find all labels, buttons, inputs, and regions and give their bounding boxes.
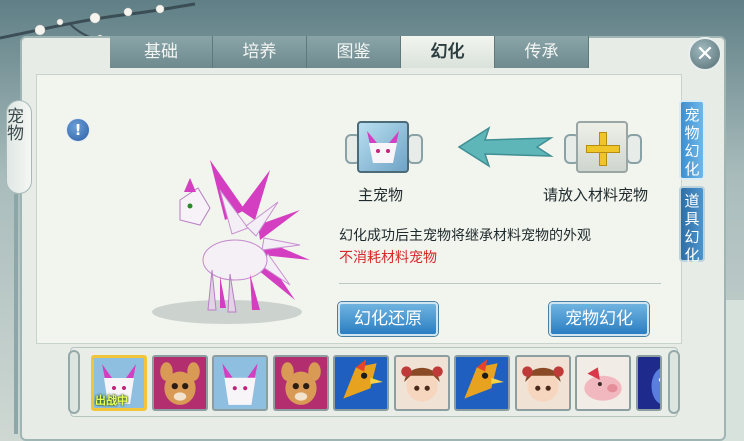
right-tab-pet-transform[interactable]: 宠物幻化 bbox=[679, 100, 705, 180]
info-icon[interactable]: ! bbox=[66, 118, 90, 142]
strip-right-cap[interactable] bbox=[668, 350, 680, 414]
tab-training[interactable]: 培养 bbox=[213, 36, 307, 68]
tab-basic[interactable]: 基础 bbox=[110, 36, 213, 68]
right-tab-item-transform[interactable]: 道具幻化 bbox=[679, 186, 705, 264]
pet-list-item[interactable] bbox=[212, 355, 268, 411]
deer-portrait-icon bbox=[159, 362, 200, 405]
spirit-portrait-icon bbox=[651, 368, 660, 404]
left-pole-decoration bbox=[14, 194, 18, 434]
main-slot-right-ornament bbox=[407, 134, 423, 164]
pet-list-item[interactable] bbox=[575, 355, 631, 411]
main-pet-label: 主宠物 bbox=[358, 186, 404, 204]
close-button[interactable]: ✕ bbox=[688, 37, 722, 71]
close-icon: ✕ bbox=[695, 42, 715, 67]
pet-list-item[interactable] bbox=[514, 355, 571, 411]
material-slot-right-ornament bbox=[626, 134, 642, 164]
left-tab-label: 宠物 bbox=[3, 107, 23, 141]
pet-list-item[interactable] bbox=[151, 355, 208, 411]
tab-inheritance[interactable]: 传承 bbox=[495, 36, 589, 68]
pet-transform-button[interactable]: 宠物幻化 bbox=[549, 302, 649, 336]
pet-list-item[interactable] bbox=[333, 355, 389, 411]
pet-list-item[interactable] bbox=[393, 355, 450, 411]
tab-collection[interactable]: 图鉴 bbox=[307, 36, 401, 68]
tab-transform[interactable]: 幻化 bbox=[401, 36, 495, 68]
nine-tail-fox-pet-image bbox=[179, 160, 310, 313]
bird-portrait-icon bbox=[464, 359, 504, 399]
transform-description: 幻化成功后主宠物将继承材料宠物的外观 bbox=[339, 228, 591, 244]
main-pet-slot[interactable] bbox=[357, 121, 409, 173]
pet-list-item[interactable] bbox=[272, 355, 329, 411]
fox-portrait-icon bbox=[222, 363, 258, 405]
restore-transform-button[interactable]: 幻化还原 bbox=[338, 302, 438, 336]
divider bbox=[339, 283, 661, 284]
arrow-left-icon bbox=[457, 126, 554, 168]
pet-list-item[interactable] bbox=[454, 355, 510, 411]
fox-portrait-icon bbox=[367, 131, 399, 163]
bird-portrait-icon bbox=[343, 359, 383, 399]
tab-bar: 基础 培养 图鉴 幻化 传承 bbox=[110, 36, 690, 68]
plus-icon[interactable] bbox=[584, 130, 620, 166]
pig-portrait-icon bbox=[584, 367, 622, 401]
strip-left-cap bbox=[68, 350, 80, 414]
right-tab-item-transform-label: 道具幻化 bbox=[684, 192, 700, 264]
left-vertical-tab[interactable]: 宠物 bbox=[3, 100, 32, 194]
no-consume-warning: 不消耗材料宠物 bbox=[339, 250, 437, 266]
in-battle-badge: 出战中 bbox=[95, 394, 128, 407]
girl-portrait-icon bbox=[521, 366, 564, 402]
right-tab-pet-transform-label: 宠物幻化 bbox=[684, 106, 700, 178]
material-pet-label: 请放入材料宠物 bbox=[543, 186, 649, 204]
pet-list-item[interactable] bbox=[635, 355, 662, 411]
girl-portrait-icon bbox=[400, 366, 443, 402]
deer-portrait-icon bbox=[280, 362, 321, 405]
